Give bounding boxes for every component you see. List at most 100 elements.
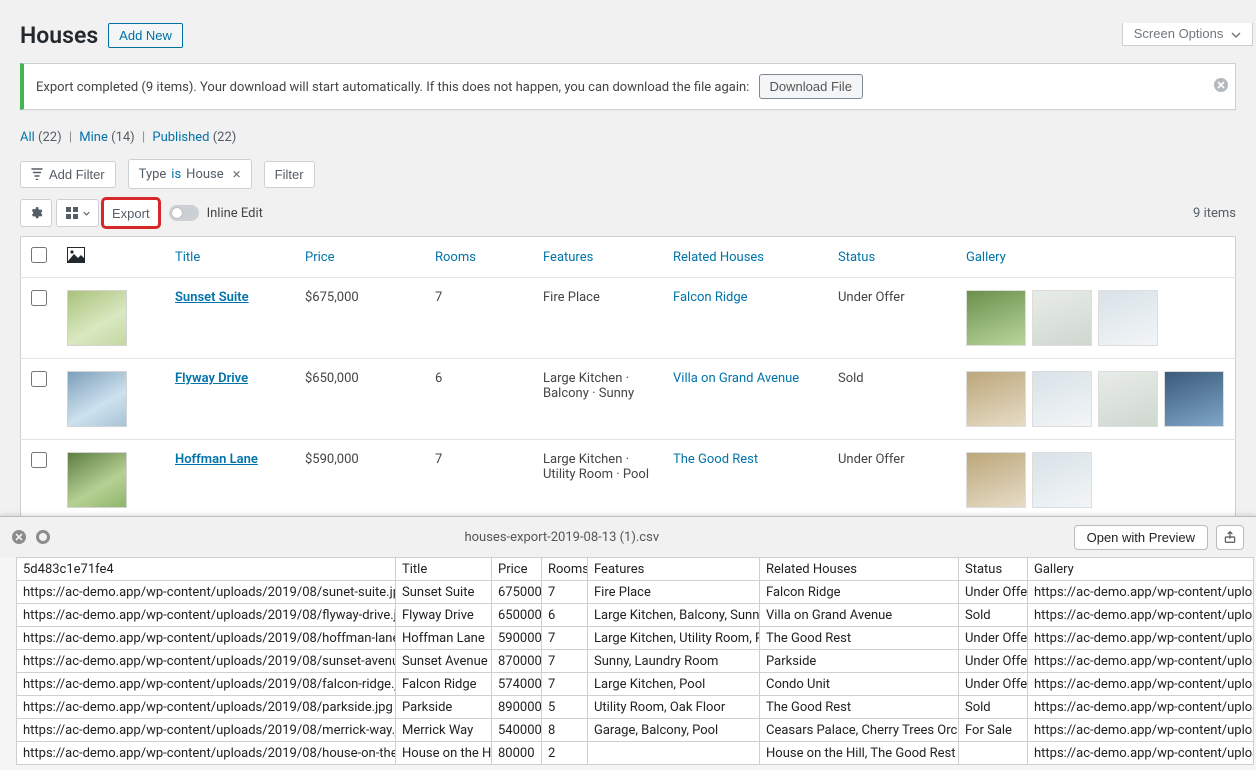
row-status: Under Offer [828,278,956,359]
export-button[interactable]: Export [103,199,159,227]
row-features: Fire Place [533,278,663,359]
download-file-button[interactable]: Download File [759,74,863,99]
csv-cell: https://ac-demo.app/wp-content/uploads/2… [17,581,396,604]
view-published-count: (22) [213,130,237,145]
add-filter-button[interactable]: Add Filter [20,161,116,188]
col-status[interactable]: Status [828,237,956,278]
row-checkbox[interactable] [31,290,47,306]
csv-cell: Hoffman Lane [396,627,492,650]
csv-header-cell: Related Houses [760,558,959,581]
related-house-link[interactable]: The Good Rest [673,452,758,467]
csv-header-cell: Rooms [542,558,588,581]
table-row: Sunset Suite $675,000 7 Fire Place Falco… [21,278,1236,359]
screen-options-button[interactable]: Screen Options [1122,23,1253,46]
row-thumbnail[interactable] [67,452,127,508]
csv-cell: 7 [542,627,588,650]
row-rooms: 7 [425,440,533,521]
gallery-thumb[interactable] [1098,371,1158,427]
csv-cell: House on the Hill [396,742,492,765]
view-all-count: (22) [38,130,62,145]
layout-button[interactable] [56,199,99,227]
view-published-link[interactable]: Published [152,130,209,145]
remove-filter-button[interactable]: × [233,165,241,183]
add-new-button[interactable]: Add New [108,23,183,48]
row-thumbnail[interactable] [67,290,127,346]
gallery-thumb[interactable] [1032,371,1092,427]
secondary-quicklook-button[interactable] [36,530,50,544]
filter-button[interactable]: Filter [264,161,315,188]
csv-row: https://ac-demo.app/wp-content/uploads/2… [17,719,1254,742]
col-related[interactable]: Related Houses [663,237,828,278]
row-checkbox[interactable] [31,452,47,468]
csv-cell: Large Kitchen, Pool [588,673,760,696]
view-filters: All (22) | Mine (14) | Published (22) [20,130,1236,145]
csv-cell: https://ac-demo.app/wp-content/uploads/2… [17,627,396,650]
view-mine-link[interactable]: Mine [79,130,108,145]
inline-edit-toggle[interactable] [169,205,199,221]
col-rooms[interactable]: Rooms [425,237,533,278]
csv-cell: 5 [542,696,588,719]
row-price: $650,000 [295,359,425,440]
gallery-thumb[interactable] [1032,452,1092,508]
notice-message: Export completed (9 items). Your downloa… [36,80,749,95]
csv-file-name: houses-export-2019-08-13 (1).csv [50,530,1074,545]
csv-cell: Sold [959,604,1028,627]
row-title-link[interactable]: Sunset Suite [175,290,249,305]
gear-icon [29,206,43,220]
col-price[interactable]: Price [295,237,425,278]
col-gallery[interactable]: Gallery [956,237,1236,278]
csv-cell: Parkside [396,696,492,719]
csv-cell: Sunset Avenue [396,650,492,673]
dismiss-notice-button[interactable] [1213,77,1229,97]
csv-cell: https://ac-demo.app/wp-content/uploads/2… [17,719,396,742]
add-filter-label: Add Filter [49,167,105,182]
csv-cell: Flyway Drive [396,604,492,627]
gallery-thumb[interactable] [966,371,1026,427]
csv-row: https://ac-demo.app/wp-content/uploads/2… [17,650,1254,673]
row-status: Under Offer [828,440,956,521]
row-thumbnail[interactable] [67,371,127,427]
row-title-link[interactable]: Hoffman Lane [175,452,258,467]
csv-cell: 540000 [492,719,542,742]
csv-row: https://ac-demo.app/wp-content/uploads/2… [17,627,1254,650]
row-price: $675,000 [295,278,425,359]
csv-cell: 574000 [492,673,542,696]
toggle-knob [171,207,183,219]
col-title[interactable]: Title [165,237,295,278]
gallery-thumb[interactable] [966,452,1026,508]
csv-cell: Ceasars Palace, Cherry Trees Orchard [760,719,959,742]
caret-down-icon [83,210,90,217]
filter-chip-type[interactable]: Type is House × [128,159,252,189]
csv-cell: 8 [542,719,588,742]
csv-header-cell: Status [959,558,1028,581]
row-checkbox[interactable] [31,371,47,387]
csv-cell: 675000 [492,581,542,604]
image-icon [67,247,85,263]
csv-quicklook-panel: houses-export-2019-08-13 (1).csv Open wi… [0,516,1256,770]
gallery-thumb[interactable] [1032,290,1092,346]
csv-cell: https://ac-demo.app/wp-content/uploads/2 [1028,696,1254,719]
gallery-thumb[interactable] [1164,371,1224,427]
csv-cell: Under Offer [959,650,1028,673]
col-features[interactable]: Features [533,237,663,278]
related-house-link[interactable]: Villa on Grand Avenue [673,371,799,386]
share-button[interactable] [1216,525,1244,550]
success-notice: Export completed (9 items). Your downloa… [20,63,1236,110]
gallery-thumb[interactable] [1098,290,1158,346]
csv-cell: Sunset Suite [396,581,492,604]
csv-cell: https://ac-demo.app/wp-content/uploads/2 [1028,742,1254,765]
close-quicklook-button[interactable] [12,530,26,544]
caret-down-icon [1231,30,1241,40]
csv-cell [959,742,1028,765]
row-price: $590,000 [295,440,425,521]
open-with-preview-button[interactable]: Open with Preview [1074,525,1208,550]
gallery-thumb[interactable] [966,290,1026,346]
csv-cell: Merrick Way [396,719,492,742]
settings-button[interactable] [20,199,52,227]
csv-cell: 890000 [492,696,542,719]
row-title-link[interactable]: Flyway Drive [175,371,248,386]
view-all-link[interactable]: All [20,130,35,145]
csv-cell: Parkside [760,650,959,673]
related-house-link[interactable]: Falcon Ridge [673,290,748,305]
select-all-checkbox[interactable] [31,247,47,263]
